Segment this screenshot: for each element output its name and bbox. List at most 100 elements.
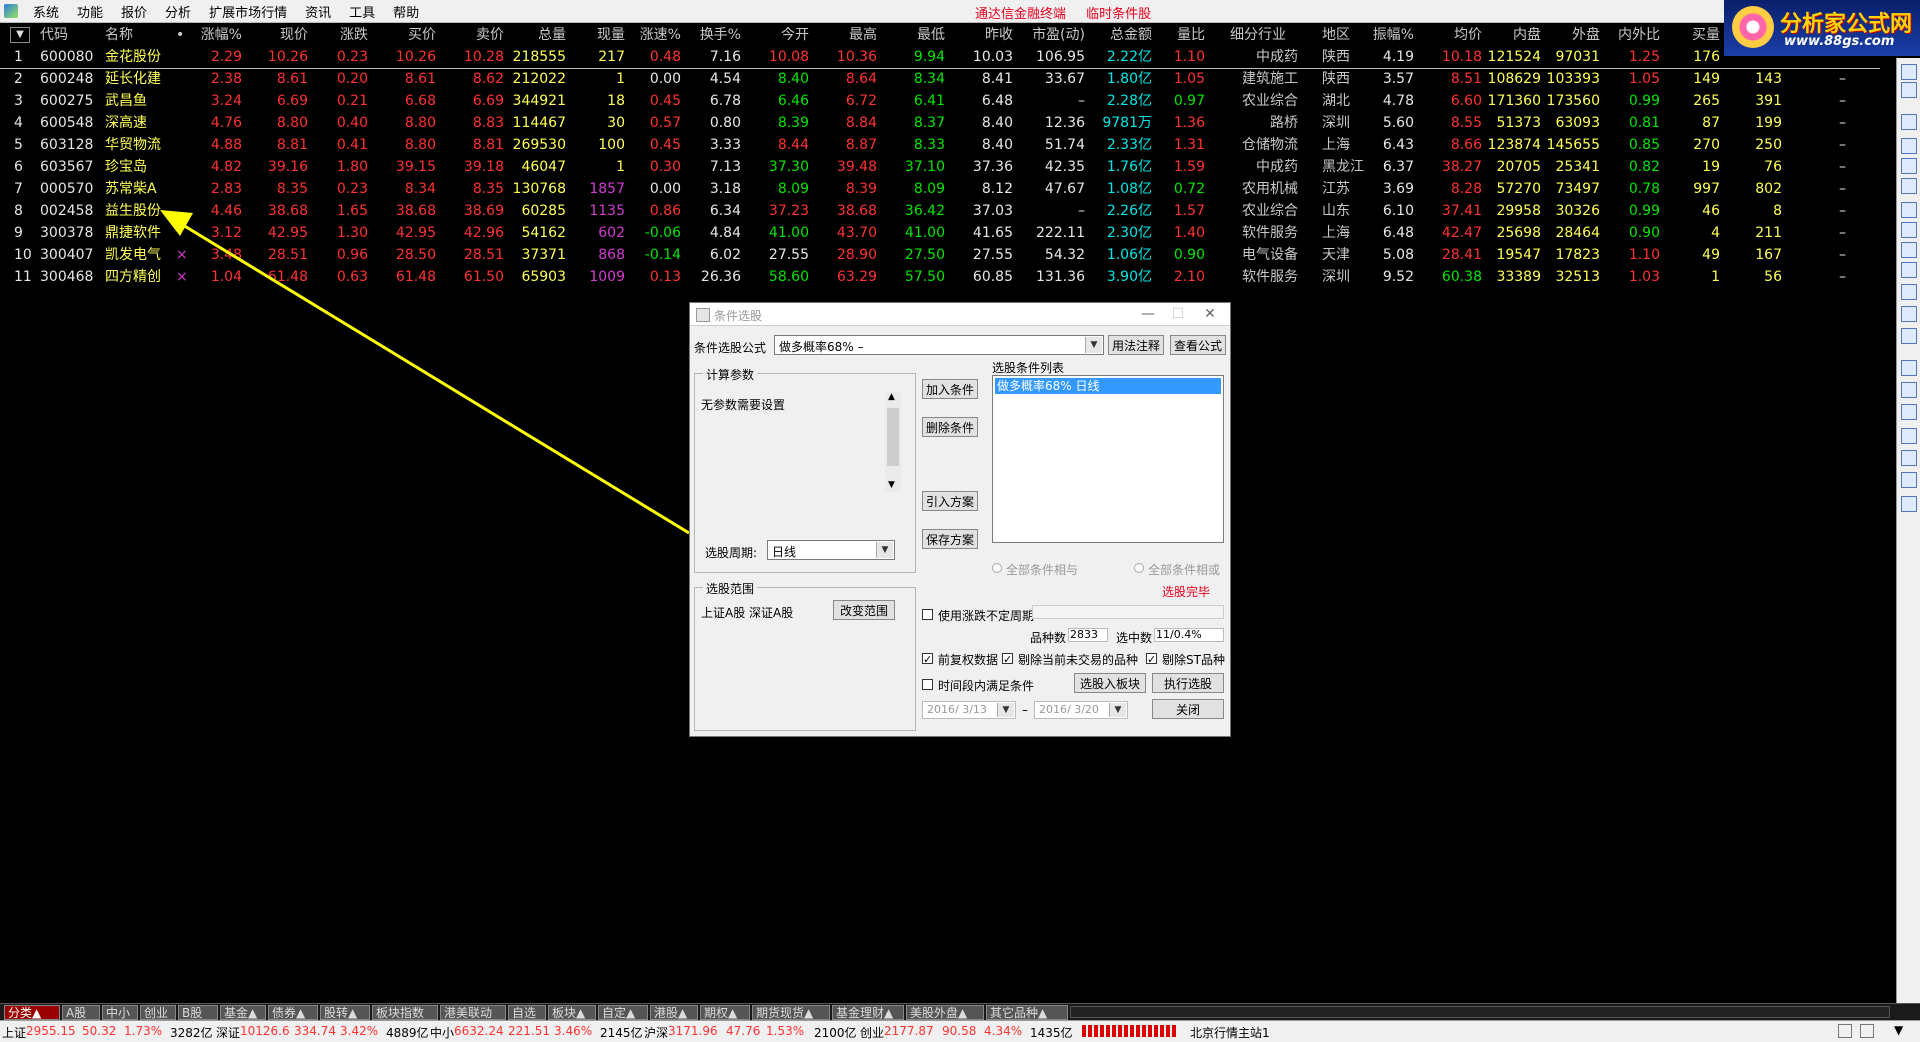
cell-code[interactable]: 300468 — [40, 268, 110, 286]
header-high[interactable]: 最高 — [817, 26, 877, 44]
info-icon[interactable] — [1901, 242, 1917, 258]
tab-options[interactable]: 期权▲ — [700, 1005, 750, 1020]
execute-select-button[interactable]: 执行选股 — [1152, 673, 1224, 693]
menu-help[interactable]: 帮助 — [384, 2, 428, 21]
table-row[interactable]: 8 002458 益生股份 4.46 38.68 1.65 38.68 38.69 60285 1… — [0, 200, 1880, 222]
window-icon[interactable] — [1860, 1024, 1874, 1038]
menu-tools[interactable]: 工具 — [340, 2, 384, 21]
table-row[interactable]: 10 300407 凯发电气 × 3.48 28.51 0.96 28.50 28.51 3737… — [0, 244, 1880, 266]
tab-other-products[interactable]: 其它品种▲ — [986, 1005, 1068, 1020]
scroll-thumb[interactable] — [887, 408, 899, 466]
table-row[interactable]: 5 603128 华贸物流 4.88 8.81 0.41 8.80 8.81 269530 100… — [0, 134, 1880, 156]
cell-code[interactable]: 002458 — [40, 202, 110, 220]
cell-code[interactable]: 000570 — [40, 180, 110, 198]
news-icon[interactable] — [1901, 222, 1917, 238]
report-icon[interactable] — [1901, 202, 1917, 218]
cell-name[interactable]: 凯发电气 — [105, 246, 177, 264]
tab-hk-us-linkage[interactable]: 港美联动 — [440, 1005, 506, 1020]
tab-b-shares[interactable]: B股 — [178, 1005, 218, 1020]
f10-icon[interactable] — [1901, 306, 1917, 322]
header-low[interactable]: 最低 — [885, 26, 945, 44]
gear-icon[interactable] — [1901, 496, 1917, 512]
clock-icon[interactable] — [1901, 328, 1917, 344]
header-price[interactable]: 现价 — [248, 26, 308, 44]
cell-name[interactable]: 金花股份 — [105, 48, 177, 66]
tab-watchlist[interactable]: 自选 — [508, 1005, 546, 1020]
header-volume[interactable]: 总量 — [504, 26, 566, 44]
header-turnover[interactable]: 换手% — [687, 26, 741, 44]
cell-name[interactable]: 益生股份 — [105, 202, 177, 220]
scroll-up-icon[interactable]: ▲ — [888, 392, 895, 402]
table-row[interactable]: 9 300378 鼎捷软件 3.12 42.95 1.30 42.95 42.96 54162 6… — [0, 222, 1880, 244]
calendar-icon[interactable] — [1901, 262, 1917, 278]
cell-code[interactable]: 300378 — [40, 224, 110, 242]
tab-scrollbar[interactable] — [1070, 1006, 1890, 1018]
warning-icon[interactable] — [1901, 382, 1917, 398]
sort-dropdown-icon[interactable]: ▼ — [10, 27, 30, 43]
minimize-icon[interactable]: — — [1134, 305, 1162, 323]
date-to-picker[interactable]: 2016/ 3/20 ▼ — [1034, 701, 1128, 719]
server-name[interactable]: 北京行情主站1 — [1190, 1024, 1270, 1041]
cell-name[interactable]: 鼎捷软件 — [105, 224, 177, 242]
header-volume-ratio[interactable]: 量比 — [1159, 26, 1205, 44]
tab-neeq[interactable]: 股转▲ — [320, 1005, 370, 1020]
grid-icon[interactable] — [1901, 138, 1917, 154]
table-row[interactable]: 6 603567 珍宝岛 4.82 39.16 1.80 39.15 39.18 46047 1 0… — [0, 156, 1880, 178]
folder-icon[interactable] — [1901, 360, 1917, 376]
tab-custom[interactable]: 自定▲ — [598, 1005, 648, 1020]
tab-futures-spot[interactable]: 期货现货▲ — [752, 1005, 830, 1020]
header-code[interactable]: 代码 — [40, 26, 110, 44]
list-icon[interactable] — [1901, 114, 1917, 130]
arrow-up-icon[interactable] — [1901, 64, 1917, 80]
header-change-pct[interactable]: 涨幅% — [182, 26, 242, 44]
header-change[interactable]: 涨跌 — [312, 26, 368, 44]
header-open[interactable]: 今开 — [749, 26, 809, 44]
menu-quote[interactable]: 报价 — [112, 2, 156, 21]
header-name[interactable]: 名称 — [105, 26, 177, 44]
table-row[interactable]: 7 000570 苏常柴A 2.83 8.35 0.23 8.34 8.35 130768 185… — [0, 178, 1880, 200]
menu-extended-market[interactable]: 扩展市场行情 — [200, 2, 296, 21]
chart-icon[interactable] — [1901, 158, 1917, 174]
cell-code[interactable]: 600248 — [40, 70, 110, 88]
tab-block-index[interactable]: 板块指数 — [372, 1005, 438, 1020]
cell-name[interactable]: 华贸物流 — [105, 136, 177, 154]
arrow-down-icon[interactable] — [1901, 82, 1917, 98]
save-scheme-button[interactable]: 保存方案 — [922, 529, 978, 549]
menu-system[interactable]: 系统 — [24, 2, 68, 21]
table-row[interactable]: 3 600275 武昌鱼 3.24 6.69 0.21 6.68 6.69 344921 18 0.… — [0, 90, 1880, 112]
tab-category[interactable]: 分类▲ — [4, 1005, 60, 1020]
date-from-picker[interactable]: 2016/ 3/13 ▼ — [922, 701, 1016, 719]
usage-notes-button[interactable]: 用法注释 — [1108, 335, 1164, 355]
tab-fund-finance[interactable]: 基金理财▲ — [832, 1005, 904, 1020]
export-icon[interactable] — [1901, 450, 1917, 466]
cell-name[interactable]: 深高速 — [105, 114, 177, 132]
exclude-st-checkbox[interactable]: ✓ — [1146, 653, 1157, 665]
header-avg-price[interactable]: 均价 — [1422, 26, 1482, 44]
table-icon[interactable] — [1901, 178, 1917, 194]
cell-code[interactable]: 600275 — [40, 92, 110, 110]
header-current-volume[interactable]: 现量 — [575, 26, 625, 44]
cell-code[interactable]: 600080 — [40, 48, 110, 66]
exclude-untraded-checkbox[interactable]: ✓ — [1002, 653, 1013, 665]
cell-name[interactable]: 武昌鱼 — [105, 92, 177, 110]
import-scheme-button[interactable]: 引入方案 — [922, 491, 978, 511]
table-row[interactable]: 1 600080 金花股份 2.29 10.26 0.23 10.26 10.28 218555… — [0, 46, 1880, 69]
scroll-down-icon[interactable]: ▼ — [888, 480, 895, 490]
cell-code[interactable]: 300407 — [40, 246, 110, 264]
cell-code[interactable]: 603128 — [40, 136, 110, 154]
header-amount[interactable]: 总金额 — [1090, 26, 1152, 44]
formula-select[interactable]: 做多概率68% – ▼ — [774, 335, 1104, 355]
menu-function[interactable]: 功能 — [68, 2, 112, 21]
add-to-block-button[interactable]: 选股入板块 — [1074, 673, 1146, 693]
close-icon[interactable]: ✕ — [1196, 305, 1224, 323]
add-condition-button[interactable]: 加入条件 — [922, 379, 978, 399]
tab-us-foreign[interactable]: 美股外盘▲ — [906, 1005, 984, 1020]
period-select[interactable]: 日线 ▼ — [767, 540, 895, 560]
header-inner-volume[interactable]: 内盘 — [1483, 26, 1541, 44]
header-industry[interactable]: 细分行业 — [1230, 26, 1302, 44]
layout-icon[interactable] — [1838, 1024, 1852, 1038]
target-icon[interactable] — [1901, 404, 1917, 420]
tab-blocks[interactable]: 板块▲ — [548, 1005, 596, 1020]
uneven-period-checkbox[interactable] — [922, 609, 933, 620]
tab-a-shares[interactable]: A股 — [62, 1005, 100, 1020]
